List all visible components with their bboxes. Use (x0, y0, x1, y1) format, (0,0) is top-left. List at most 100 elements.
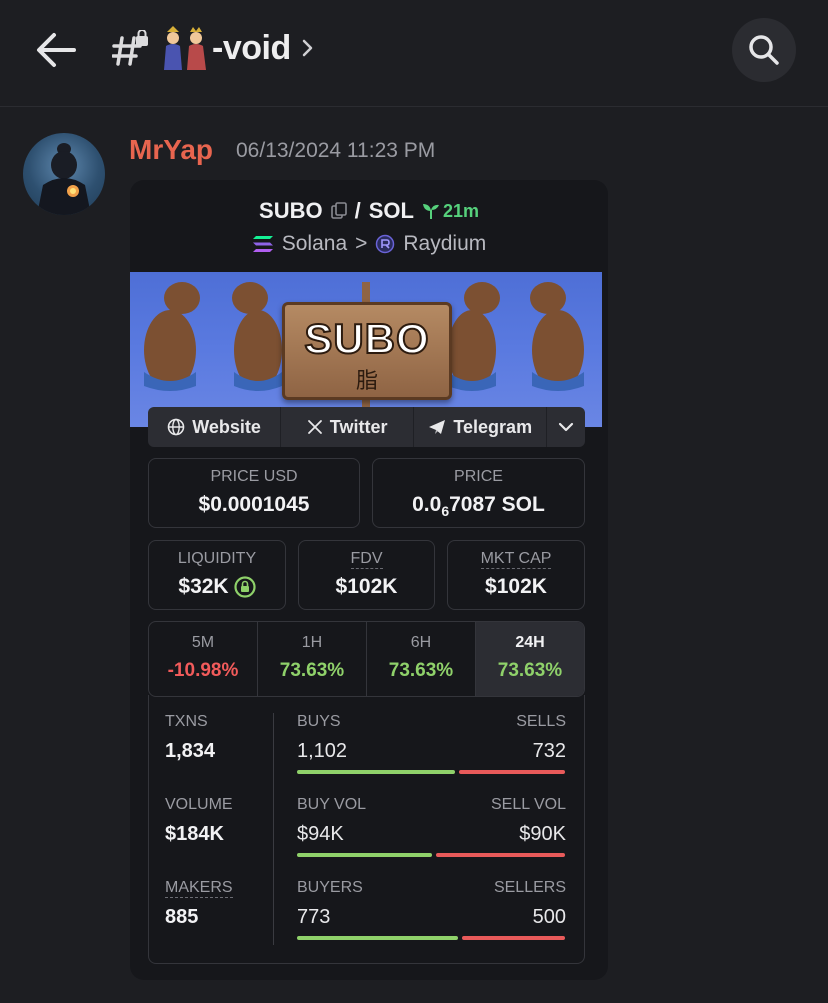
tab-1h[interactable]: 1H 73.63% (258, 622, 367, 696)
emoji-people-icon (160, 26, 210, 70)
buy-vol-value: $94K (297, 823, 344, 845)
telegram-icon (429, 420, 446, 434)
liquidity-value-row: $32K (149, 575, 285, 599)
tab-5m[interactable]: 5M -10.98% (149, 622, 258, 696)
buys-bar (297, 770, 455, 774)
sell-vol-label: SELL VOL (490, 796, 566, 813)
sell-vol-bar (436, 853, 565, 857)
txns-label: TXNS (165, 713, 208, 730)
makers-value: 885 (165, 906, 199, 928)
volume-value: $184K (165, 823, 224, 845)
age-value: 21m (442, 200, 479, 221)
price-usd-box: PRICE USD $0.0001045 (148, 458, 360, 528)
raydium-icon (376, 234, 395, 254)
price-native-value: 0.067087 SOL (373, 493, 584, 519)
pair-age: 21m (422, 201, 479, 222)
buys-value: 1,102 (297, 740, 348, 762)
base-token: SUBO (259, 198, 323, 223)
mkt-cap-value: $102K (485, 575, 547, 598)
tab-24h-label: 24H (515, 634, 545, 651)
pair-separator: / (354, 198, 361, 223)
telegram-link[interactable]: Telegram (414, 407, 548, 447)
message-author[interactable]: MrYap (129, 134, 213, 166)
quote-token: SOL (368, 198, 414, 223)
social-links-bar: Website Twitter Telegram (148, 407, 585, 447)
locked-text-channel-icon (111, 29, 152, 70)
token-banner: SUBO 脂 (130, 272, 602, 427)
tab-6h[interactable]: 6H 73.63% (367, 622, 476, 696)
sells-bar (459, 770, 565, 774)
sell-vol-value: $90K (519, 823, 566, 845)
channel-header: -void (0, 0, 828, 107)
price-native-zeros: 6 (441, 503, 450, 520)
price-native-label: PRICE (454, 468, 503, 485)
sign-title: SUBO (303, 314, 430, 363)
sells-value: 732 (532, 740, 566, 762)
tab-5m-label: 5M (191, 634, 215, 651)
twitter-label: Twitter (329, 416, 388, 437)
price-native-prefix: 0.0 (412, 493, 442, 516)
sellers-value: 500 (532, 906, 566, 928)
avatar[interactable] (23, 133, 105, 215)
back-button[interactable] (34, 30, 78, 70)
trade-stats-panel: TXNS 1,834 BUYS 1,102 SELLS 732 VOLUME $… (148, 695, 585, 964)
telegram-label: Telegram (453, 416, 533, 437)
timeframe-tabs: 5M -10.98% 1H 73.63% 6H 73.63% 24H 73.63… (148, 621, 585, 697)
search-icon (749, 35, 779, 65)
chevron-down-icon (559, 422, 574, 432)
tab-24h[interactable]: 24H 73.63% (476, 622, 584, 696)
website-link[interactable]: Website (148, 407, 282, 447)
more-links-button[interactable] (547, 407, 585, 447)
fdv-box: FDV $102K (298, 540, 435, 610)
sells-label: SELLS (516, 713, 566, 730)
arrow-left-icon (37, 33, 76, 67)
price-usd-label: PRICE USD (210, 468, 298, 485)
buyers-bar (297, 936, 458, 940)
search-button[interactable] (732, 18, 796, 82)
tab-5m-change: -10.98% (167, 660, 239, 681)
pair-title: SUBO / SOL 21m (130, 198, 608, 224)
sellers-label: SELLERS (493, 879, 566, 896)
sprout-icon (422, 204, 439, 219)
tab-6h-label: 6H (410, 634, 432, 651)
chevron-right-icon (302, 39, 312, 57)
x-logo-icon (307, 420, 322, 434)
website-label: Website (192, 416, 261, 437)
globe-icon (167, 418, 185, 436)
buyers-value: 773 (297, 906, 331, 928)
chain-separator: > (355, 232, 368, 255)
channel-name: -void (212, 28, 291, 67)
locked-liquidity-icon[interactable] (233, 576, 256, 598)
buy-vol-bar (297, 853, 432, 857)
tab-6h-change: 73.63% (388, 660, 454, 681)
fdv-label[interactable]: FDV (350, 550, 383, 569)
tab-1h-change: 73.63% (279, 660, 345, 681)
buy-vol-label: BUY VOL (297, 796, 367, 813)
txns-value: 1,834 (165, 740, 216, 762)
token-card-image[interactable]: SUBO / SOL 21m Solana > Raydium SUBO 脂 W… (130, 180, 608, 980)
tab-24h-change: 73.63% (497, 660, 563, 681)
stats-divider (273, 713, 274, 945)
solana-icon (252, 236, 273, 252)
chain-breadcrumb: Solana > Raydium (130, 232, 608, 256)
price-usd-value: $0.0001045 (198, 493, 310, 516)
makers-label[interactable]: MAKERS (165, 879, 233, 898)
price-native-suffix: 7087 SOL (449, 493, 545, 516)
mkt-cap-box: MKT CAP $102K (447, 540, 585, 610)
channel-title[interactable]: -void (160, 26, 317, 70)
mkt-cap-label[interactable]: MKT CAP (480, 550, 552, 569)
sign-subtitle: 脂 (355, 368, 378, 393)
buyers-label: BUYERS (297, 879, 363, 896)
liquidity-label: LIQUIDITY (177, 550, 257, 567)
fdv-value: $102K (335, 575, 398, 598)
price-native-box: PRICE 0.067087 SOL (372, 458, 585, 528)
tab-1h-label: 1H (301, 634, 323, 651)
subo-sign: SUBO 脂 (282, 302, 452, 400)
sellers-bar (462, 936, 565, 940)
liquidity-box: LIQUIDITY $32K (148, 540, 286, 610)
volume-label: VOLUME (165, 796, 233, 813)
chain-name: Solana (281, 232, 348, 255)
liquidity-value: $32K (178, 575, 229, 598)
copy-icon (330, 202, 347, 219)
twitter-link[interactable]: Twitter (281, 407, 415, 447)
